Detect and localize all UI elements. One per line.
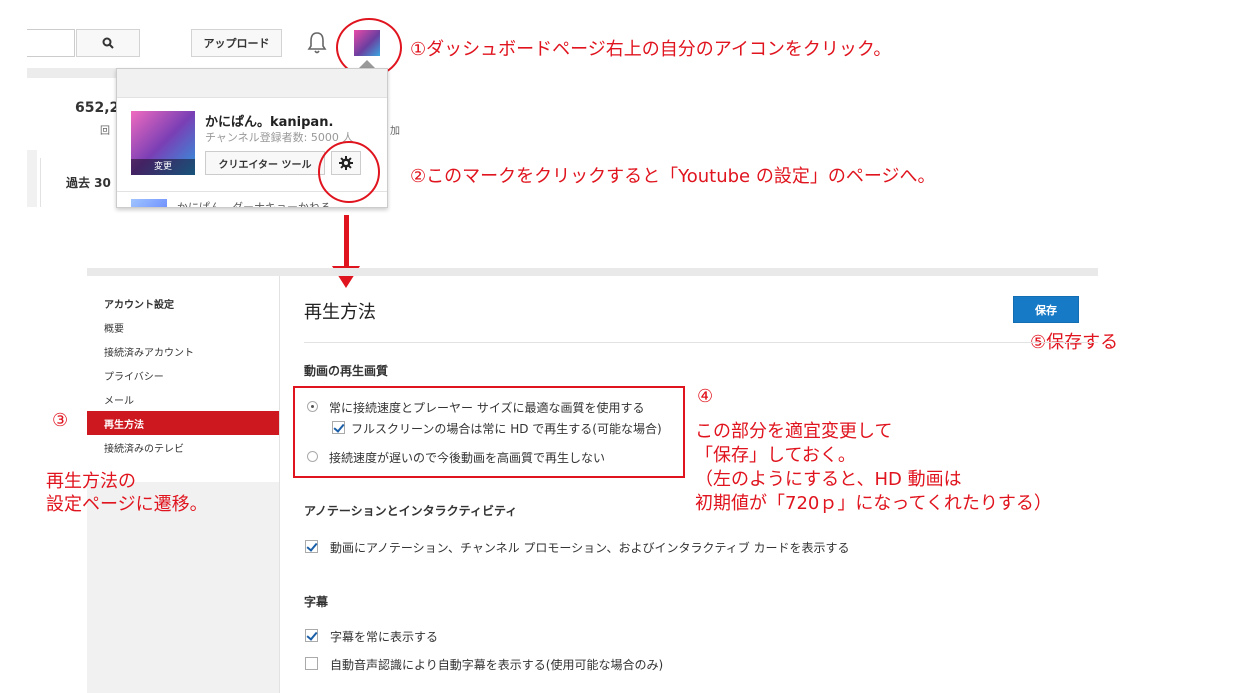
past-period-label: 過去 30 bbox=[66, 176, 111, 190]
option-slow-connection: 接続速度が遅いので今後動画を高画質で再生しない bbox=[329, 451, 606, 465]
step3-line1: 再生方法の bbox=[46, 471, 136, 492]
background-strip bbox=[27, 68, 117, 78]
page-title: 再生方法 bbox=[304, 302, 376, 323]
sidebar-item-label: 再生方法 bbox=[104, 420, 144, 431]
option-fullscreen-hd: フルスクリーンの場合は常に HD で再生する(可能な場合) bbox=[351, 422, 662, 436]
settings-sidebar: アカウント設定 概要 接続済みアカウント プライバシー メール 再生方法 接続済… bbox=[87, 276, 279, 482]
option-auto-quality: 常に接続速度とプレーヤー サイズに最適な画質を使用する bbox=[329, 401, 645, 415]
checkbox-fullscreen-hd[interactable] bbox=[332, 421, 345, 434]
search-icon bbox=[102, 37, 114, 49]
step4-line1: この部分を適宜変更して bbox=[695, 421, 893, 442]
step4-annotation: この部分を適宜変更して 「保存」しておく。 （左のようにすると、HD 動画は 初… bbox=[695, 420, 1052, 516]
settings-divider bbox=[279, 276, 280, 693]
secondary-account-avatar[interactable] bbox=[131, 199, 167, 207]
title-divider bbox=[304, 342, 1098, 343]
stat-label-right: 加 bbox=[390, 126, 400, 137]
account-name: かにぱん。kanipan. bbox=[205, 115, 334, 130]
annotations-heading: アノテーションとインタラクティビティ bbox=[304, 504, 518, 518]
subscriber-count: チャンネル登録者数: 5000 人 bbox=[205, 131, 354, 144]
step3-line2: 設定ページに遷移。 bbox=[46, 494, 208, 515]
sidebar-item-playback[interactable]: 再生方法 bbox=[87, 411, 279, 435]
stat-label: 回 bbox=[100, 126, 110, 137]
checkbox-always-subtitles[interactable] bbox=[305, 629, 318, 642]
account-avatar[interactable]: 変更 bbox=[131, 111, 195, 175]
checkbox-auto-captions[interactable] bbox=[305, 657, 318, 670]
background-sidebar bbox=[27, 150, 37, 207]
search-input[interactable] bbox=[27, 29, 75, 57]
step5-annotation: ⑤保存する bbox=[1030, 332, 1119, 353]
sidebar-header: アカウント設定 bbox=[104, 300, 174, 311]
highlight-circle-gear bbox=[318, 141, 380, 203]
radio-slow-connection[interactable] bbox=[307, 451, 318, 462]
dropdown-header bbox=[117, 69, 387, 98]
sidebar-item-privacy[interactable]: プライバシー bbox=[104, 368, 164, 383]
sidebar-item-connected-tv[interactable]: 接続済みのテレビ bbox=[104, 440, 184, 455]
step2-annotation: ②このマークをクリックすると「Youtube の設定」のページへ。 bbox=[410, 166, 936, 187]
bell-icon bbox=[307, 32, 327, 54]
step3-number: ③ bbox=[52, 410, 69, 431]
step4-number: ④ bbox=[697, 386, 714, 407]
option-auto-captions: 自動音声認識により自動字幕を表示する(使用可能な場合のみ) bbox=[330, 658, 664, 672]
step4-line4: 初期値が「720ｐ」になってくれたりする） bbox=[695, 493, 1052, 514]
radio-auto-quality[interactable] bbox=[307, 401, 318, 412]
step1-annotation: ①ダッシュボードページ右上の自分のアイコンをクリック。 bbox=[410, 39, 892, 60]
stat-value: 652,2 bbox=[75, 100, 120, 116]
step4-line3: （左のようにすると、HD 動画は bbox=[695, 469, 962, 490]
sidebar-item-overview[interactable]: 概要 bbox=[104, 320, 124, 335]
step3-annotation: 再生方法の 設定ページに遷移。 bbox=[46, 470, 208, 516]
avatar-change-label[interactable]: 変更 bbox=[131, 159, 195, 175]
option-show-annotations: 動画にアノテーション、チャンネル プロモーション、およびインタラクティブ カード… bbox=[330, 541, 850, 555]
sidebar-item-email[interactable]: メール bbox=[104, 392, 134, 407]
sidebar-item-connected-accounts[interactable]: 接続済みアカウント bbox=[104, 344, 194, 359]
upload-button[interactable]: アップロード bbox=[191, 29, 282, 57]
creator-tools-button[interactable]: クリエイター ツール bbox=[205, 151, 325, 175]
notification-button[interactable] bbox=[306, 30, 328, 56]
save-button[interactable]: 保存 bbox=[1013, 296, 1079, 323]
option-always-subtitles: 字幕を常に表示する bbox=[330, 630, 439, 644]
step4-line2: 「保存」しておく。 bbox=[695, 445, 856, 466]
subtitles-heading: 字幕 bbox=[304, 595, 329, 609]
settings-top-bar bbox=[87, 268, 1098, 276]
checkbox-show-annotations[interactable] bbox=[305, 540, 318, 553]
quality-heading: 動画の再生画質 bbox=[304, 364, 389, 378]
search-button[interactable] bbox=[76, 29, 140, 57]
arrow-shaft bbox=[344, 215, 349, 270]
secondary-account-name[interactable]: かにぱん、ダーナキョーかねる bbox=[177, 199, 331, 207]
